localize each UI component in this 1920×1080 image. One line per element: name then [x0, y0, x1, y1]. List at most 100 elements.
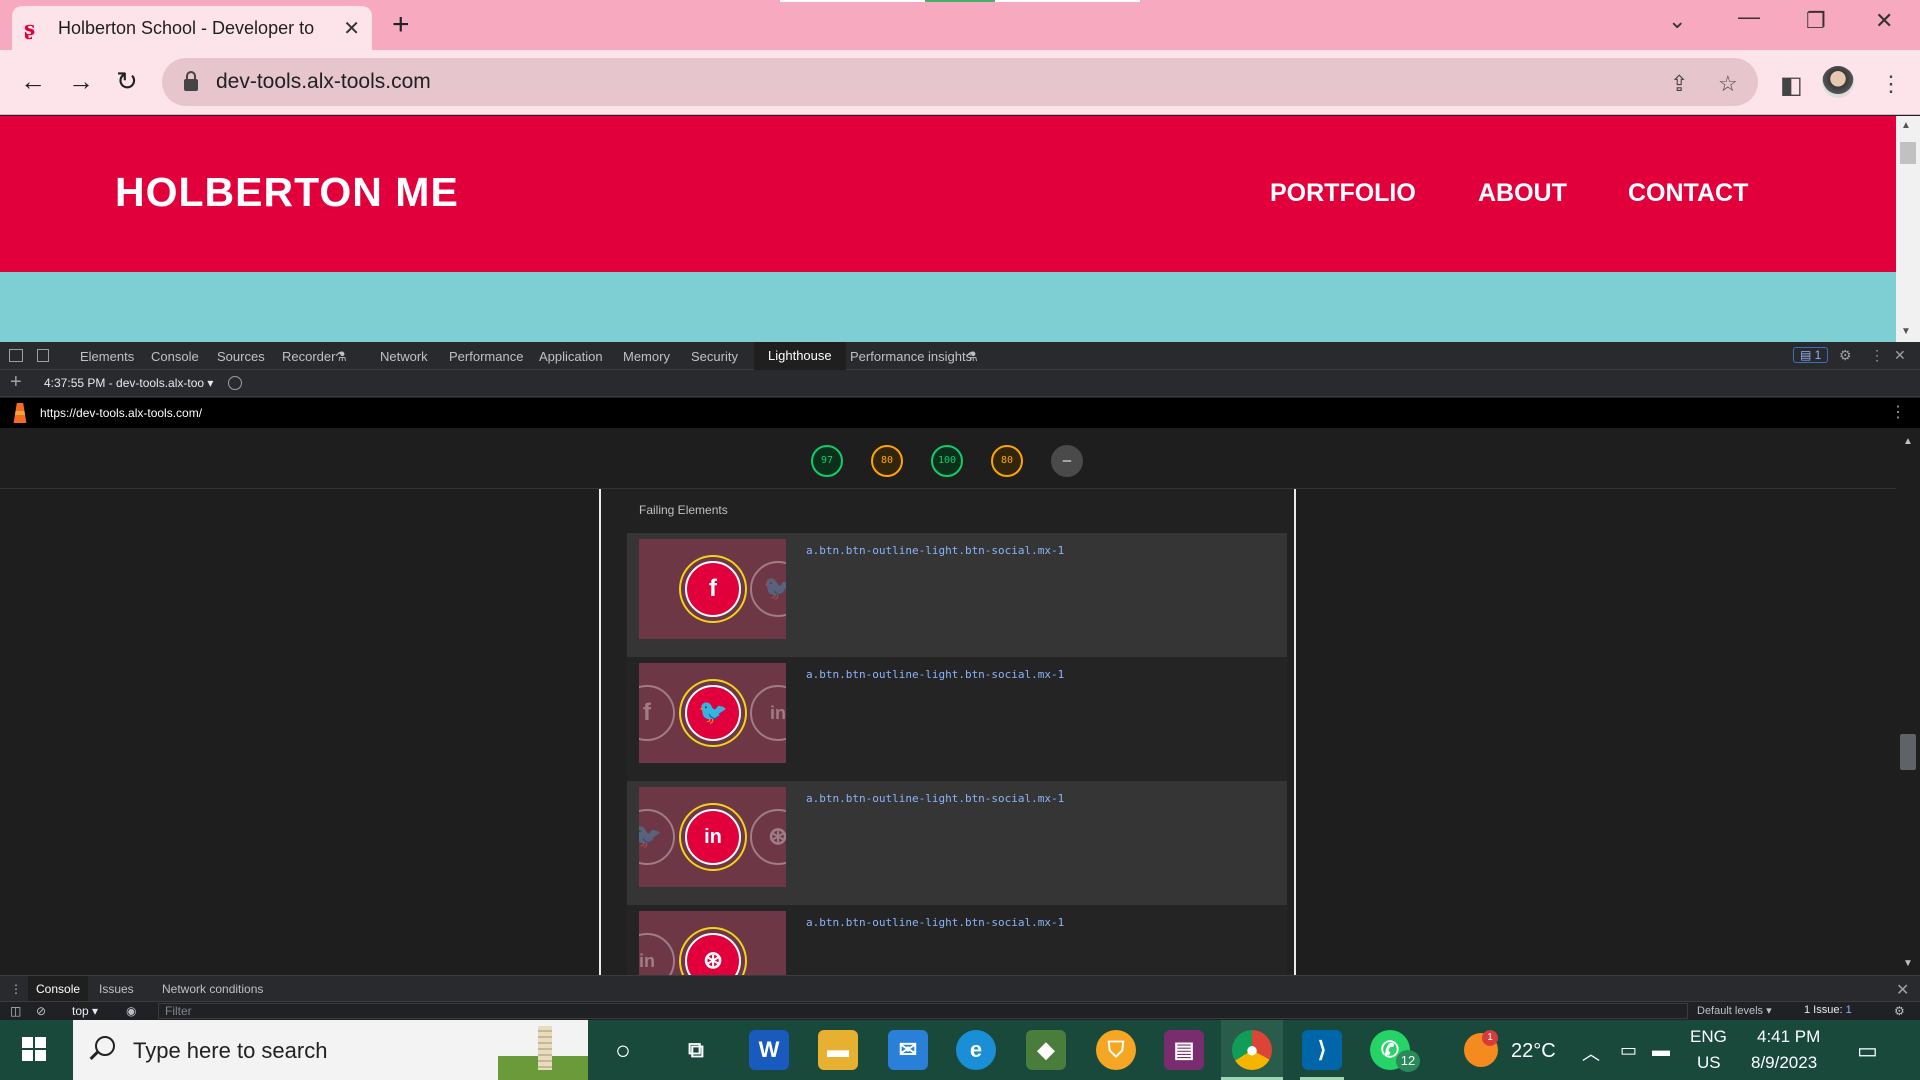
site-header: HOLBERTON ME PORTFOLIO ABOUT CONTACT — [0, 116, 1896, 272]
share-icon[interactable]: ⇪ — [1670, 71, 1688, 97]
tab-close-icon[interactable]: ✕ — [343, 16, 360, 41]
score-gauge-performance[interactable]: 97 — [811, 445, 843, 477]
lock-icon[interactable] — [184, 71, 198, 91]
edge-icon[interactable]: e — [956, 1030, 996, 1070]
report-menu-icon[interactable]: ⋮ — [1890, 402, 1906, 422]
console-settings-gear-icon[interactable]: ⚙ — [1894, 1004, 1905, 1018]
score-gauge-best-practices[interactable]: 100 — [931, 445, 963, 477]
nav-portfolio[interactable]: PORTFOLIO — [1270, 179, 1416, 208]
side-panel-icon[interactable]: ◧ — [1780, 71, 1803, 100]
reload-icon[interactable]: ↻ — [116, 66, 138, 96]
drawer-tab-network-conditions[interactable]: Network conditions — [162, 982, 263, 996]
back-arrow-icon[interactable]: ← — [20, 66, 46, 96]
clear-console-icon[interactable]: ⊘ — [36, 1004, 46, 1018]
report-scrollbar[interactable]: ▲ ▼ — [1896, 428, 1920, 975]
element-selector[interactable]: a.btn.btn-outline-light.btn-social.mx-1 — [806, 544, 1064, 557]
devtools-tab-performance[interactable]: Performance — [449, 349, 523, 364]
bookmark-star-icon[interactable]: ☆ — [1718, 71, 1738, 97]
drawer-tab-issues[interactable]: Issues — [99, 982, 134, 996]
pwa-badge-icon[interactable]: — — [1051, 445, 1083, 477]
context-selector[interactable]: top ▾ — [72, 1004, 98, 1018]
chrome-menu-icon[interactable]: ⋮ — [1880, 71, 1902, 97]
devtools-tab-elements[interactable]: Elements — [80, 349, 134, 364]
profile-avatar[interactable] — [1822, 66, 1854, 98]
git-icon[interactable]: ◆ — [1026, 1030, 1066, 1070]
devtools-menu-icon[interactable]: ⋮ — [1870, 347, 1884, 364]
nav-about[interactable]: ABOUT — [1478, 179, 1567, 208]
close-window-icon[interactable]: ✕ — [1875, 8, 1893, 34]
scroll-down-arrow-icon[interactable]: ▼ — [1901, 326, 1911, 337]
site-logo[interactable]: HOLBERTON ME — [115, 169, 459, 216]
element-selector[interactable]: a.btn.btn-outline-light.btn-social.mx-1 — [806, 916, 1064, 929]
show-hidden-icons-chevron-icon[interactable]: ︿ — [1582, 1040, 1600, 1066]
report-selector[interactable]: 4:37:55 PM - dev-tools.alx-too ▾ — [44, 376, 213, 390]
address-bar[interactable]: dev-tools.alx-tools.com — [162, 58, 1758, 106]
devtools-tab-lighthouse[interactable]: Lighthouse — [754, 342, 846, 370]
meet-now-icon[interactable]: ▭ — [1620, 1040, 1637, 1061]
device-toolbar-icon[interactable] — [37, 349, 49, 362]
drawer-menu-icon[interactable]: ⋮ — [10, 982, 22, 996]
devtools-tab-network[interactable]: Network — [380, 349, 428, 364]
devtools-tab-performance-insights[interactable]: Performance insights — [850, 349, 972, 364]
cortana-icon[interactable]: ○ — [603, 1030, 643, 1070]
temperature[interactable]: 22°C — [1511, 1040, 1556, 1063]
scroll-down-arrow-icon[interactable]: ▼ — [1903, 958, 1913, 969]
score-gauge-seo[interactable]: 80 — [991, 445, 1023, 477]
sidebar-toggle-icon[interactable]: ◫ — [10, 1004, 21, 1018]
devtools-settings-gear-icon[interactable]: ⚙ — [1839, 347, 1852, 364]
drawer-close-icon[interactable]: ✕ — [1896, 980, 1909, 1000]
tab-search-chevron-icon[interactable]: ⌄ — [1668, 8, 1686, 34]
chrome-icon[interactable]: ● — [1232, 1030, 1272, 1070]
console-filter-input[interactable]: Filter — [158, 1003, 1688, 1019]
browser-tab[interactable]: ʂ Holberton School - Developer to ✕ — [12, 6, 372, 50]
devtools-tab-recorder[interactable]: Recorder — [282, 349, 335, 364]
minimize-icon[interactable]: — — [1738, 4, 1760, 30]
console-issues-button[interactable]: 1 Issue: 1 — [1804, 1004, 1852, 1016]
language-top[interactable]: ENG — [1690, 1027, 1727, 1047]
clock-date[interactable]: 8/9/2023 — [1751, 1053, 1817, 1073]
devtools-tab-application[interactable]: Application — [539, 349, 603, 364]
drawer-tab-console[interactable]: Console — [28, 976, 89, 1002]
failing-element-row[interactable]: in ⊛ a.btn.btn-outline-light.btn-social.… — [627, 905, 1287, 975]
page-scroll-thumb[interactable] — [1900, 142, 1916, 164]
element-selector[interactable]: a.btn.btn-outline-light.btn-social.mx-1 — [806, 792, 1064, 805]
forward-arrow-icon[interactable]: → — [68, 66, 94, 96]
log-levels-dropdown[interactable]: Default levels ▾ — [1697, 1004, 1772, 1017]
new-report-plus-icon[interactable]: + — [10, 371, 22, 394]
page-scrollbar[interactable]: ▲ ▼ — [1896, 116, 1920, 342]
taskbar-search-box[interactable]: Type here to search — [73, 1020, 588, 1080]
devtools-tab-security[interactable]: Security — [691, 349, 738, 364]
new-tab-icon[interactable]: + — [392, 10, 410, 40]
live-expression-eye-icon[interactable]: ◉ — [126, 1004, 136, 1018]
issues-badge[interactable]: ▤ 1 — [1793, 347, 1829, 363]
devtools-tab-console[interactable]: Console — [151, 349, 199, 364]
word-icon[interactable]: W — [749, 1030, 789, 1070]
inspect-element-icon[interactable] — [9, 349, 23, 362]
failing-element-row[interactable]: f 🐦 a.btn.btn-outline-light.btn-social.m… — [627, 533, 1287, 657]
failing-element-row[interactable]: f 🐦 in a.btn.btn-outline-light.btn-socia… — [627, 657, 1287, 781]
scroll-up-arrow-icon[interactable]: ▲ — [1901, 120, 1911, 131]
mail-icon[interactable]: ✉ — [888, 1030, 928, 1070]
devtools-tab-sources[interactable]: Sources — [217, 349, 265, 364]
devtools-tab-memory[interactable]: Memory — [623, 349, 670, 364]
vscode-icon[interactable]: ⟩ — [1302, 1030, 1342, 1070]
task-view-icon[interactable]: ⧉ — [676, 1030, 716, 1070]
devtools-close-icon[interactable]: ✕ — [1894, 347, 1906, 364]
clock-time[interactable]: 4:41 PM — [1757, 1027, 1820, 1047]
clear-reports-icon[interactable] — [228, 376, 242, 390]
report-scroll-thumb[interactable] — [1900, 734, 1916, 770]
windows-start-icon[interactable] — [22, 1037, 46, 1061]
notification-center-icon[interactable]: ▭ — [1857, 1038, 1878, 1064]
language-bottom[interactable]: US — [1697, 1053, 1721, 1073]
scroll-up-arrow-icon[interactable]: ▲ — [1903, 436, 1913, 447]
battery-icon[interactable]: ▬ — [1652, 1040, 1670, 1061]
lighthouse-report-url[interactable]: https://dev-tools.alx-tools.com/ — [40, 406, 202, 420]
vpn-shield-icon[interactable]: ⛉ — [1096, 1030, 1136, 1070]
element-selector[interactable]: a.btn.btn-outline-light.btn-social.mx-1 — [806, 668, 1064, 681]
winrar-icon[interactable]: ▤ — [1164, 1030, 1204, 1070]
file-explorer-icon[interactable]: ▬ — [818, 1030, 858, 1070]
nav-contact[interactable]: CONTACT — [1628, 179, 1748, 208]
score-gauge-accessibility[interactable]: 80 — [871, 445, 903, 477]
restore-icon[interactable]: ❐ — [1806, 8, 1826, 34]
failing-element-row[interactable]: 🐦 in ⊛ a.btn.btn-outline-light.btn-socia… — [627, 781, 1287, 905]
